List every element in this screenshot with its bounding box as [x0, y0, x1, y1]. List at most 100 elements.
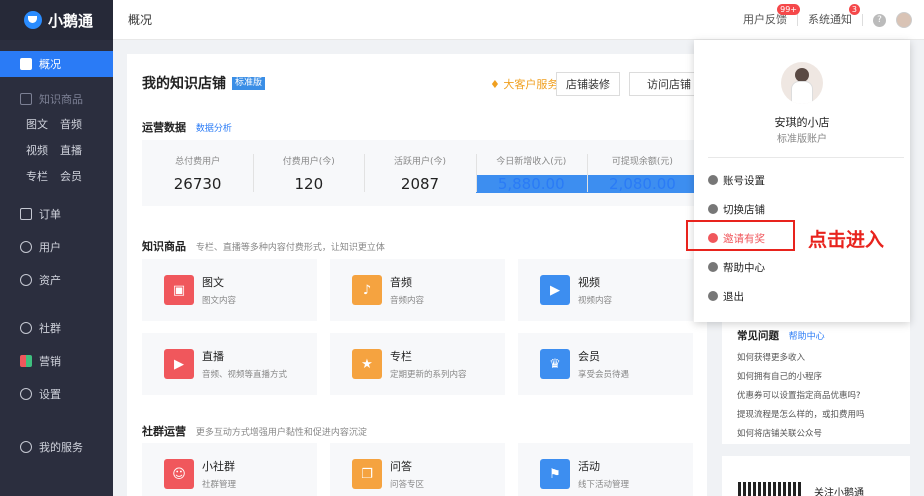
faq-item[interactable]: 优惠券可以设置指定商品优惠吗? [737, 389, 861, 401]
faq-header: 常见问题 帮助中心 [737, 328, 825, 343]
tv-icon: ▶ [164, 349, 194, 379]
product-card-live[interactable]: ▶ 直播音频、视频等直播方式 [142, 333, 317, 395]
community-card-group[interactable]: ☺ 小社群 社群管理 [142, 443, 317, 496]
community-card-qa[interactable]: ❐ 问答 问答专区 [330, 443, 505, 496]
sidebar-sub-article[interactable]: 图文 [26, 116, 48, 132]
menu-logout[interactable]: 退出 [708, 287, 744, 305]
sidebar-item-orders[interactable]: 订单 [0, 197, 113, 230]
faq-item[interactable]: 如何拥有自己的小程序 [737, 370, 822, 382]
faq-item[interactable]: 如何获得更多收入 [737, 351, 805, 363]
menu-switch-store[interactable]: 切换店铺 [708, 200, 765, 218]
sidebar-item-label: 订单 [39, 207, 61, 221]
card-name: 图文 [202, 276, 224, 289]
question-icon [708, 262, 718, 272]
annotation-text: 点击进入 [808, 229, 885, 251]
card-name: 音频 [390, 276, 412, 289]
card-desc: 享受会员待遇 [578, 370, 630, 380]
product-card-column[interactable]: ★ 专栏 定期更新的系列内容 [330, 333, 505, 395]
faq-panel: 常见问题 帮助中心 如何获得更多收入 如何拥有自己的小程序 优惠券可以设置指定商… [722, 322, 910, 444]
card-desc: 社群管理 [202, 480, 237, 490]
sidebar-item-settings[interactable]: 设置 [0, 377, 113, 410]
stat-income-today: 今日新增收入(元) 5,880.00 [475, 140, 587, 206]
sidebar-item-overview[interactable]: 概况 [0, 51, 113, 77]
sidebar-item-assets[interactable]: 资产 [0, 263, 113, 296]
sidebar-item-community[interactable]: 社群 [0, 311, 113, 344]
card-desc: 定期更新的系列内容 [390, 370, 467, 380]
card-desc: 问答专区 [390, 480, 425, 490]
account-dropdown: 安琪的小店 标准版账户 账号设置 切换店铺 邀请有奖 帮助中心 退出 [694, 40, 910, 322]
stat-paid-today: 付费用户(今) 120 [253, 140, 364, 206]
card-name: 直播 [202, 350, 224, 363]
stat-withdrawable: 可提现余额(元) 2,080.00 [586, 140, 699, 206]
heart-icon [20, 440, 32, 453]
avatar-body [791, 81, 813, 104]
follow-text: 关注小鹅通 [814, 488, 864, 496]
menu-help-center[interactable]: 帮助中心 [708, 258, 765, 276]
sidebar-item-label: 营销 [39, 354, 61, 368]
yen-icon [20, 273, 32, 286]
card-desc: 图文内容 [202, 296, 237, 306]
notice-label: 系统通知 [808, 13, 852, 26]
sidebar-sub-audio[interactable]: 音频 [60, 116, 82, 132]
sidebar-item-label: 我的服务 [39, 440, 83, 454]
diamond-icon: ♦ [490, 78, 500, 91]
stat-label: 付费用户(今) [282, 157, 335, 167]
knowledge-label: 知识商品 [142, 240, 186, 253]
product-card-article[interactable]: ▣ 图文 图文内容 [142, 259, 317, 321]
product-card-member[interactable]: ♛ 会员 享受会员待遇 [518, 333, 693, 395]
product-card-audio[interactable]: ♪ 音频 音频内容 [330, 259, 505, 321]
decorate-store-button[interactable]: 店铺装修 [556, 72, 620, 96]
help-icon[interactable]: ? [873, 13, 886, 27]
app-logo[interactable]: 小鹅通 [0, 0, 113, 40]
sidebar-item-users[interactable]: 用户 [0, 230, 113, 263]
sidebar-subrow: 图文 音频 [0, 111, 113, 137]
sidebar-sub-column[interactable]: 专栏 [26, 168, 48, 184]
sidebar-item-myservice[interactable]: 我的服务 [0, 430, 113, 463]
stat-value[interactable]: 2,080.00 [586, 175, 699, 193]
stats-panel: 总付费用户 26730 付费用户(今) 120 活跃用户(今) 2087 今日新… [142, 140, 699, 206]
menu-label: 账号设置 [723, 174, 765, 187]
user-avatar[interactable] [896, 12, 912, 28]
sidebar-item-label: 社群 [39, 321, 61, 335]
knowledge-section-header: 知识商品 专栏、直播等多种内容付费形式，让知识更立体 [142, 238, 385, 254]
card-desc: 音频、视频等直播方式 [202, 370, 288, 380]
feedback-label: 用户反馈 [743, 13, 787, 26]
shop-avatar [781, 62, 823, 104]
sidebar-item-label: 设置 [39, 387, 61, 401]
sidebar-sub-live[interactable]: 直播 [60, 142, 82, 158]
community-desc: 更多互动方式增强用户黏性和促进内容沉淀 [195, 428, 367, 438]
flag-icon: ⚑ [540, 459, 570, 489]
sidebar-item-marketing[interactable]: 营销 [0, 344, 113, 377]
switch-icon [708, 204, 718, 214]
menu-account-settings[interactable]: 账号设置 [708, 171, 765, 189]
goose-logo-icon [24, 11, 42, 29]
product-card-video[interactable]: ▶ 视频 视频内容 [518, 259, 693, 321]
menu-label: 退出 [723, 290, 744, 303]
community-section-header: 社群运营 更多互动方式增强用户黏性和促进内容沉淀 [142, 423, 367, 439]
card-desc: 线下活动管理 [578, 480, 630, 490]
stat-value: 26730 [173, 175, 222, 193]
stat-value: 2087 [400, 175, 440, 193]
card-name: 视频 [578, 276, 600, 289]
sidebar-item-products[interactable]: 知识商品 [0, 87, 113, 111]
shop-name: 安琪的小店 [774, 116, 830, 129]
vip-service-link[interactable]: ♦ 大客户服务 [490, 76, 558, 92]
gear-icon [708, 175, 718, 185]
sidebar-sub-video[interactable]: 视频 [26, 142, 48, 158]
community-card-activity[interactable]: ⚑ 活动线下活动管理 [518, 443, 693, 496]
faq-item[interactable]: 如何将店铺关联公众号 [737, 427, 822, 439]
notice-link[interactable]: 系统通知 3 [798, 4, 863, 26]
marketing-icon [20, 354, 32, 367]
page-title: 概况 [128, 13, 153, 27]
feedback-link[interactable]: 用户反馈 99+ [733, 4, 800, 26]
card-name: 活动 [578, 460, 600, 473]
shop-type: 标准版账户 [777, 134, 827, 145]
annotation-highlight-box [686, 220, 795, 251]
faq-item[interactable]: 提现流程是怎么样的，或扣费用吗 [737, 408, 865, 420]
stat-value[interactable]: 5,880.00 [475, 175, 587, 193]
sidebar-sub-member[interactable]: 会员 [60, 168, 82, 184]
data-analysis-link[interactable]: 数据分析 [196, 124, 232, 134]
help-center-link[interactable]: 帮助中心 [789, 332, 825, 342]
feedback-badge: 99+ [777, 4, 800, 15]
card-name: 问答 [390, 460, 412, 473]
